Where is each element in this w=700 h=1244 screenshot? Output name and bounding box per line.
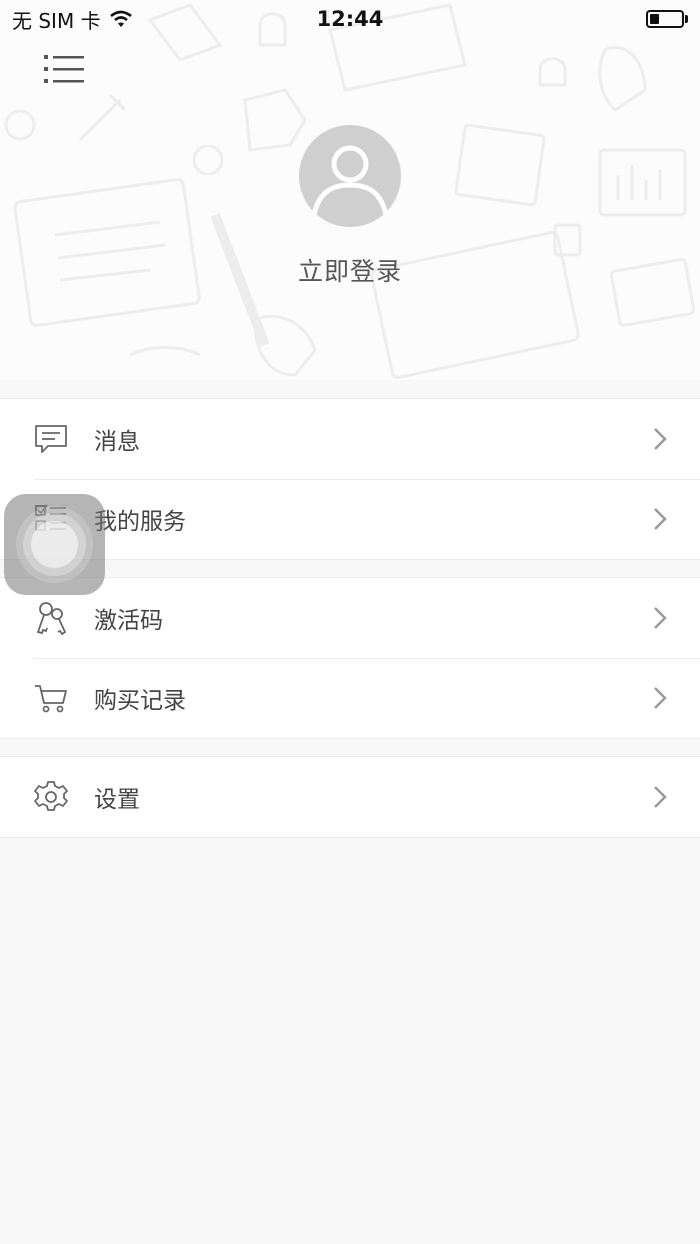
wifi-icon	[109, 10, 132, 27]
menu-item-label: 激活码	[94, 608, 163, 634]
status-bar: 无 SIM 卡 12:44	[0, 0, 700, 38]
chevron-right-icon	[654, 607, 667, 629]
menu-icon[interactable]	[42, 52, 86, 86]
menu-item-label: 我的服务	[94, 509, 186, 535]
chevron-right-icon	[654, 508, 667, 530]
menu-item-label: 购买记录	[94, 688, 186, 714]
menu-item-label: 设置	[94, 787, 140, 813]
cart-icon	[35, 685, 67, 713]
battery-icon	[646, 10, 688, 28]
carrier-status: 无 SIM 卡	[12, 5, 133, 34]
carrier-label: 无 SIM 卡	[12, 8, 101, 33]
profile-header: 立即登录	[0, 0, 700, 380]
profile-screen: 立即登录 无 SIM 卡 12:44 消息 我的服务 激活码 购买记录 设置	[0, 0, 700, 1244]
menu-item-messages[interactable]: 消息	[0, 399, 700, 479]
chevron-right-icon	[654, 786, 667, 808]
default-avatar-icon	[310, 145, 390, 221]
login-link[interactable]: 立即登录	[0, 252, 700, 288]
avatar[interactable]	[299, 125, 401, 227]
menu-group-1: 消息 我的服务	[0, 398, 700, 560]
menu-item-purchase-history[interactable]: 购买记录	[0, 658, 700, 738]
chevron-right-icon	[654, 428, 667, 450]
assistive-touch-button[interactable]	[4, 494, 105, 595]
battery-level	[650, 14, 659, 24]
menu-group-2: 激活码 购买记录	[0, 577, 700, 739]
chevron-right-icon	[654, 687, 667, 709]
menu-item-label: 消息	[94, 429, 140, 455]
menu-item-settings[interactable]: 设置	[0, 757, 700, 837]
menu-item-activation-code[interactable]: 激活码	[0, 578, 700, 658]
menu-group-3: 设置	[0, 756, 700, 838]
gear-icon	[34, 781, 68, 811]
menu-item-my-services[interactable]: 我的服务	[0, 479, 700, 559]
keys-icon	[36, 602, 67, 636]
message-icon	[35, 425, 67, 453]
